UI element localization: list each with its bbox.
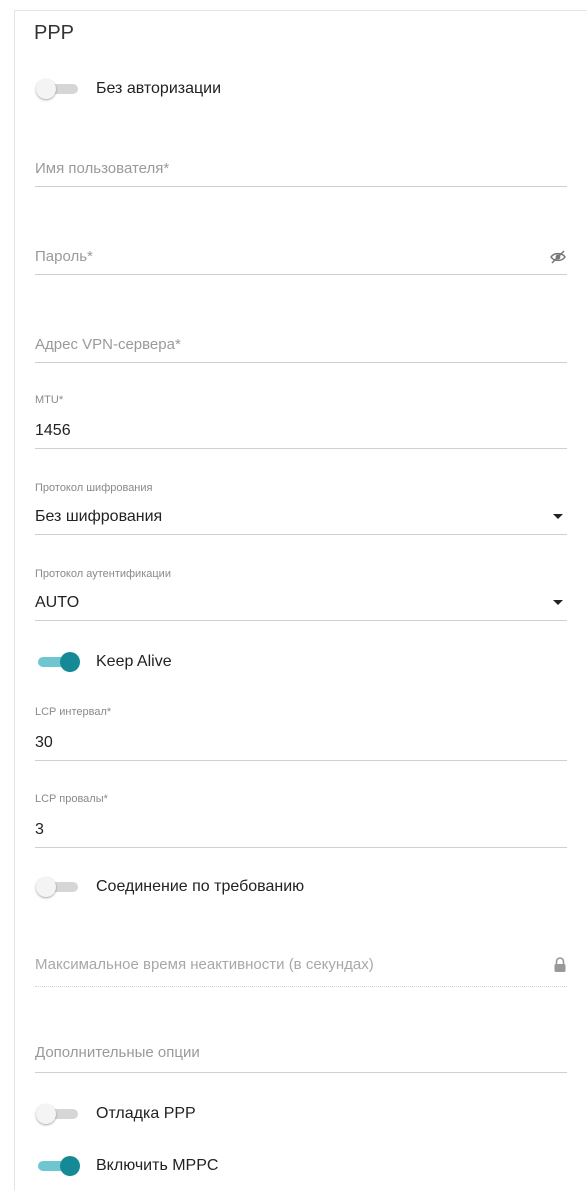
toggle-knob xyxy=(36,79,56,99)
ppp-debug-toggle[interactable] xyxy=(36,1103,82,1125)
vpn-server-placeholder: Адрес VPN-сервера* xyxy=(35,336,181,353)
toggle-knob xyxy=(36,877,56,897)
keep-alive-label: Keep Alive xyxy=(96,653,172,670)
no-auth-label: Без авторизации xyxy=(96,80,222,97)
lcp-failures-field[interactable]: LCP провалы* 3 xyxy=(35,789,567,848)
lcp-failures-label: LCP провалы* xyxy=(35,793,108,805)
username-placeholder: Имя пользователя* xyxy=(35,160,170,177)
max-idle-placeholder: Максимальное время неактивности (в секун… xyxy=(35,956,374,973)
username-field[interactable]: Имя пользователя* xyxy=(35,150,567,187)
mppc-label: Включить MPPC xyxy=(96,1157,219,1174)
encryption-value: Без шифрования xyxy=(35,508,163,525)
chevron-down-icon xyxy=(553,514,563,519)
mtu-label: MTU* xyxy=(35,394,64,406)
auth-protocol-label: Протокол аутентификации xyxy=(35,568,171,580)
mtu-field[interactable]: MTU* 1456 xyxy=(35,390,567,449)
lcp-interval-field[interactable]: LCP интервал* 30 xyxy=(35,702,567,761)
encryption-select[interactable]: Протокол шифрования Без шифрования xyxy=(35,478,567,535)
on-demand-label: Соединение по требованию xyxy=(96,878,305,895)
toggle-knob xyxy=(36,1104,56,1124)
auth-protocol-value: AUTO xyxy=(35,594,80,611)
keep-alive-toggle[interactable] xyxy=(36,651,82,673)
max-idle-field: Максимальное время неактивности (в секун… xyxy=(35,946,567,987)
lcp-failures-value: 3 xyxy=(35,821,44,838)
mtu-value: 1456 xyxy=(35,422,71,439)
extra-options-placeholder: Дополнительные опции xyxy=(35,1044,200,1061)
ppp-debug-label: Отладка PPP xyxy=(96,1105,196,1122)
encryption-label: Протокол шифрования xyxy=(35,482,153,494)
lcp-interval-value: 30 xyxy=(35,734,53,751)
section-title: PPP xyxy=(34,22,75,44)
no-auth-toggle[interactable] xyxy=(36,78,82,100)
lock-icon xyxy=(553,956,567,974)
chevron-down-icon xyxy=(553,600,563,605)
lcp-interval-label: LCP интервал* xyxy=(35,706,112,718)
vpn-server-field[interactable]: Адрес VPN-сервера* xyxy=(35,326,567,363)
extra-options-field[interactable]: Дополнительные опции xyxy=(35,1034,567,1073)
auth-protocol-select[interactable]: Протокол аутентификации AUTO xyxy=(35,564,567,621)
password-placeholder: Пароль* xyxy=(35,248,93,265)
toggle-knob xyxy=(60,1156,80,1176)
toggle-knob xyxy=(60,652,80,672)
mppc-toggle[interactable] xyxy=(36,1155,82,1177)
password-field[interactable]: Пароль* xyxy=(35,238,567,275)
on-demand-toggle[interactable] xyxy=(36,876,82,898)
eye-off-icon[interactable] xyxy=(549,248,567,266)
